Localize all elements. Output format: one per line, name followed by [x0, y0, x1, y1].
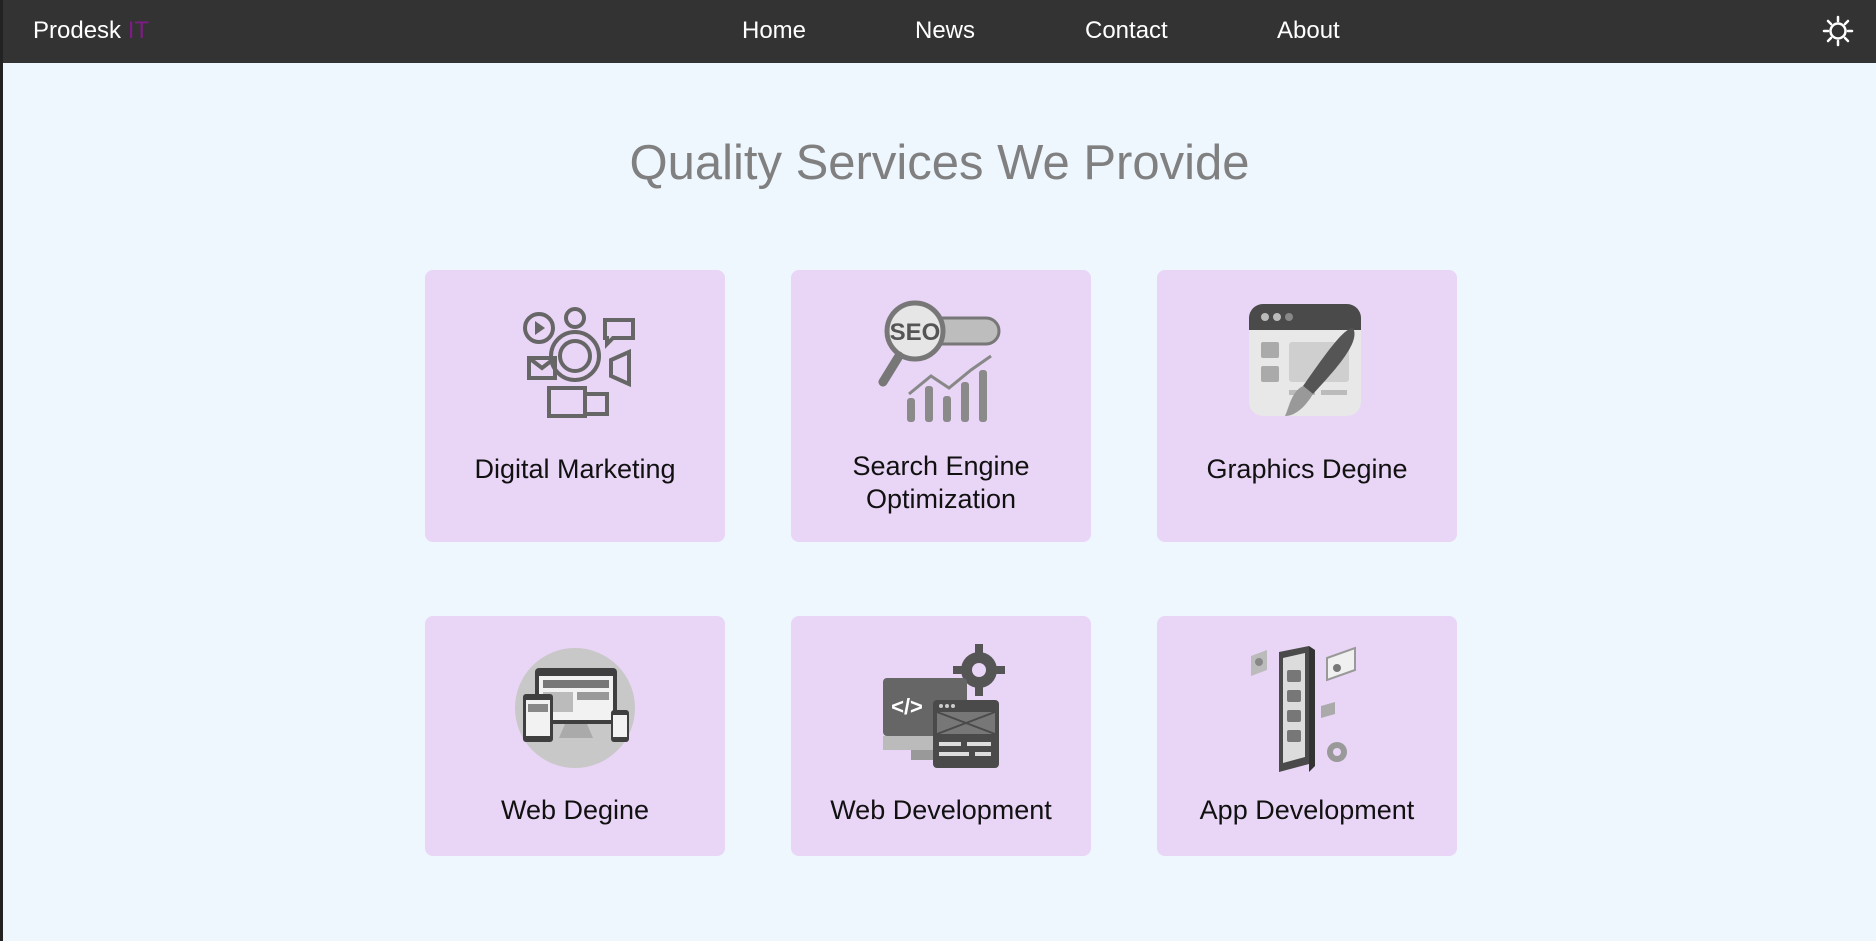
nav-link-home[interactable]: Home: [742, 17, 806, 45]
page: Prodesk IT Home News Contact About Quali…: [0, 0, 1876, 941]
seo-icon: SEO: [875, 298, 1007, 430]
graphics-design-icon: [1241, 298, 1373, 430]
service-label: Graphics Degine: [1206, 454, 1408, 484]
page-title: Quality Services We Provide: [629, 136, 1250, 190]
navbar: Prodesk IT Home News Contact About: [3, 0, 1876, 63]
service-card-graphics-design[interactable]: Graphics Degine: [1157, 270, 1457, 542]
service-label: Search Engine Optimization: [852, 451, 1030, 514]
service-label: Web Degine: [500, 795, 650, 825]
brand-name: Prodesk: [33, 17, 122, 44]
svg-text:</>: </>: [891, 694, 923, 719]
web-design-icon: [509, 642, 641, 774]
brand-logo[interactable]: Prodesk IT: [33, 17, 149, 45]
nav-link-about[interactable]: About: [1277, 17, 1340, 45]
svg-text:SEO: SEO: [890, 319, 941, 346]
service-card-app-development[interactable]: App Development: [1157, 616, 1457, 856]
service-label: App Development: [1199, 795, 1415, 825]
service-card-seo[interactable]: SEO Search Engine Optimization: [791, 270, 1091, 542]
nav-link-contact[interactable]: Contact: [1085, 17, 1168, 45]
brand-accent: IT: [127, 17, 150, 44]
digital-marketing-icon: [509, 298, 641, 430]
service-card-web-design[interactable]: Web Degine: [425, 616, 725, 856]
service-card-digital-marketing[interactable]: Digital Marketing: [425, 270, 725, 542]
service-label: Web Development: [830, 795, 1052, 825]
service-label: Digital Marketing: [474, 454, 676, 484]
app-development-icon: [1241, 644, 1373, 776]
service-card-web-development[interactable]: </> Web Development: [791, 616, 1091, 856]
nav-link-news[interactable]: News: [915, 17, 975, 45]
sun-icon[interactable]: [1822, 15, 1854, 47]
web-development-icon: </>: [875, 644, 1007, 776]
